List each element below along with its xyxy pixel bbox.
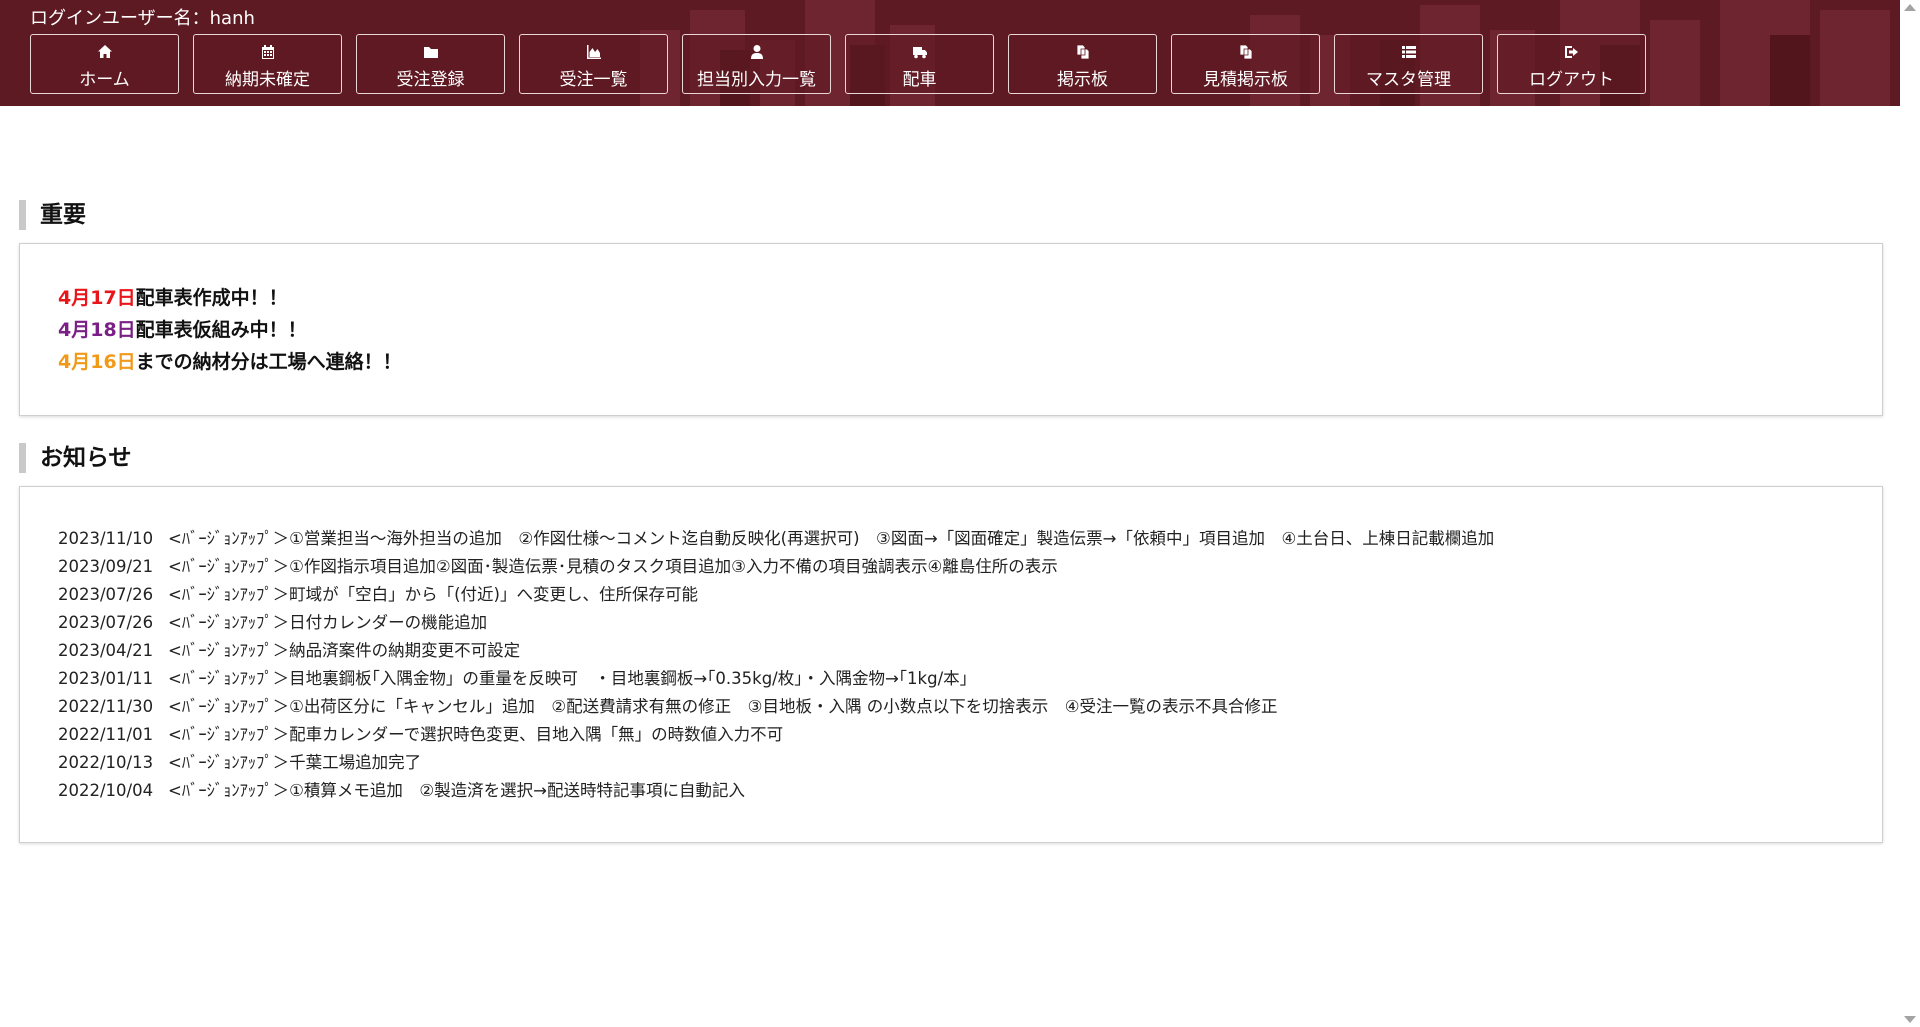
nav-undecided-delivery-button[interactable]: 納期未確定 — [193, 34, 342, 94]
nav-estimate-bulletin-label: 見積掲示板 — [1203, 70, 1288, 90]
important-line: 4月17日配車表作成中！！ — [58, 282, 1882, 314]
important-text: 配車表作成中！！ — [135, 287, 288, 309]
folder-icon — [357, 44, 504, 62]
news-text: <ﾊﾞｰｼﾞｮﾝｱｯﾌﾟ＞①作図指示項目追加②図面･製造伝票･見積のタスク項目追… — [168, 557, 1058, 576]
nav-order-register-button[interactable]: 受注登録 — [356, 34, 505, 94]
news-date: 2023/01/11 — [58, 669, 154, 688]
news-item: 2023/04/21 <ﾊﾞｰｼﾞｮﾝｱｯﾌﾟ＞納品済案件の納期変更不可設定 — [58, 637, 1882, 665]
scroll-down-arrow-icon[interactable] — [1904, 1016, 1916, 1023]
news-text: <ﾊﾞｰｼﾞｮﾝｱｯﾌﾟ＞配車カレンダーで選択時色変更、目地入隅「無」の時数値入… — [168, 725, 784, 744]
calendar-icon — [194, 44, 341, 62]
news-item: 2023/07/26 <ﾊﾞｰｼﾞｮﾝｱｯﾌﾟ＞町域が「空白」から「(付近)」へ変… — [58, 581, 1882, 609]
news-text: <ﾊﾞｰｼﾞｮﾝｱｯﾌﾟ＞納品済案件の納期変更不可設定 — [168, 641, 521, 660]
news-date: 2023/07/26 — [58, 585, 154, 604]
nav-bulletin-label: 掲示板 — [1057, 70, 1108, 90]
news-text: <ﾊﾞｰｼﾞｮﾝｱｯﾌﾟ＞①営業担当～海外担当の追加 ②作図仕様～コメント迄自動… — [168, 529, 1495, 548]
news-item: 2022/10/13 <ﾊﾞｰｼﾞｮﾝｱｯﾌﾟ＞千葉工場追加完了 — [58, 749, 1882, 777]
important-date: 4月17日 — [58, 287, 136, 309]
header-bar: ログインユーザー名：hanh ホーム 納期未確定 受注登録 受注一覧 担当別入力… — [0, 0, 1900, 106]
news-date: 2023/07/26 — [58, 613, 154, 632]
important-section-title: 重要 — [19, 200, 86, 230]
area-chart-icon — [520, 44, 667, 62]
important-line: 4月16日までの納材分は工場へ連絡！！ — [58, 346, 1882, 378]
news-text: <ﾊﾞｰｼﾞｮﾝｱｯﾌﾟ＞町域が「空白」から「(付近)」へ変更し、住所保存可能 — [168, 585, 698, 604]
news-item: 2023/09/21 <ﾊﾞｰｼﾞｮﾝｱｯﾌﾟ＞①作図指示項目追加②図面･製造伝票… — [58, 553, 1882, 581]
important-line: 4月18日配車表仮組み中！！ — [58, 314, 1882, 346]
important-date: 4月18日 — [58, 319, 136, 341]
news-text: <ﾊﾞｰｼﾞｮﾝｱｯﾌﾟ＞千葉工場追加完了 — [168, 753, 422, 772]
nav-order-register-label: 受注登録 — [396, 70, 465, 90]
nav-logout-label: ログアウト — [1529, 70, 1614, 90]
news-section-title: お知らせ — [19, 443, 132, 473]
news-item: 2023/11/10 <ﾊﾞｰｼﾞｮﾝｱｯﾌﾟ＞①営業担当～海外担当の追加 ②作図… — [58, 525, 1882, 553]
scroll-up-arrow-icon[interactable] — [1904, 4, 1916, 11]
login-user-label: ログインユーザー名：hanh — [30, 8, 255, 29]
user-icon — [683, 44, 830, 62]
nav-undecided-delivery-label: 納期未確定 — [225, 70, 310, 90]
news-text: <ﾊﾞｰｼﾞｮﾝｱｯﾌﾟ＞目地裏鋼板｢入隅金物」の重量を反映可 ・目地裏鋼板→｢… — [168, 669, 968, 688]
truck-icon — [846, 44, 993, 62]
list-icon — [1335, 44, 1482, 62]
home-icon — [31, 44, 178, 62]
news-date: 2022/10/04 — [58, 781, 154, 800]
nav-order-list-label: 受注一覧 — [559, 70, 628, 90]
news-date: 2023/09/21 — [58, 557, 154, 576]
news-item: 2022/11/30 <ﾊﾞｰｼﾞｮﾝｱｯﾌﾟ＞①出荷区分に「キャンセル」追加 ②… — [58, 693, 1882, 721]
nav-order-list-button[interactable]: 受注一覧 — [519, 34, 668, 94]
nav-by-person-list-button[interactable]: 担当別入力一覧 — [682, 34, 831, 94]
news-panel: 2023/11/10 <ﾊﾞｰｼﾞｮﾝｱｯﾌﾟ＞①営業担当～海外担当の追加 ②作図… — [19, 486, 1883, 843]
nav-bulletin-button[interactable]: 掲示板 — [1008, 34, 1157, 94]
nav-by-person-list-label: 担当別入力一覧 — [697, 70, 816, 90]
important-text: までの納材分は工場へ連絡！！ — [135, 351, 402, 373]
sign-out-icon — [1498, 44, 1645, 62]
copy-icon — [1172, 44, 1319, 62]
nav-master-management-button[interactable]: マスタ管理 — [1334, 34, 1483, 94]
news-date: 2023/11/10 — [58, 529, 154, 548]
news-item: 2022/11/01 <ﾊﾞｰｼﾞｮﾝｱｯﾌﾟ＞配車カレンダーで選択時色変更、目地… — [58, 721, 1882, 749]
news-item: 2023/07/26 <ﾊﾞｰｼﾞｮﾝｱｯﾌﾟ＞日付カレンダーの機能追加 — [58, 609, 1882, 637]
news-text: <ﾊﾞｰｼﾞｮﾝｱｯﾌﾟ＞①出荷区分に「キャンセル」追加 ②配送費請求有無の修正… — [168, 697, 1278, 716]
news-date: 2022/11/01 — [58, 725, 154, 744]
nav-master-management-label: マスタ管理 — [1366, 70, 1451, 90]
nav-logout-button[interactable]: ログアウト — [1497, 34, 1646, 94]
news-date: 2023/04/21 — [58, 641, 154, 660]
nav-dispatch-label: 配車 — [902, 70, 937, 90]
news-item: 2023/01/11 <ﾊﾞｰｼﾞｮﾝｱｯﾌﾟ＞目地裏鋼板｢入隅金物」の重量を反映… — [58, 665, 1882, 693]
nav-home-button[interactable]: ホーム — [30, 34, 179, 94]
news-date: 2022/11/30 — [58, 697, 154, 716]
vertical-scrollbar[interactable] — [1900, 0, 1920, 1027]
nav-home-label: ホーム — [79, 70, 130, 90]
copy-icon — [1009, 44, 1156, 62]
important-text: 配車表仮組み中！！ — [135, 319, 307, 341]
important-date: 4月16日 — [58, 351, 136, 373]
nav-dispatch-button[interactable]: 配車 — [845, 34, 994, 94]
important-panel: 4月17日配車表作成中！！ 4月18日配車表仮組み中！！ 4月16日までの納材分… — [19, 243, 1883, 416]
news-item: 2022/10/04 <ﾊﾞｰｼﾞｮﾝｱｯﾌﾟ＞①積算メモ追加 ②製造済を選択→配… — [58, 777, 1882, 805]
news-text: <ﾊﾞｰｼﾞｮﾝｱｯﾌﾟ＞日付カレンダーの機能追加 — [168, 613, 488, 632]
nav-estimate-bulletin-button[interactable]: 見積掲示板 — [1171, 34, 1320, 94]
news-date: 2022/10/13 — [58, 753, 154, 772]
news-text: <ﾊﾞｰｼﾞｮﾝｱｯﾌﾟ＞①積算メモ追加 ②製造済を選択→配送時特記事項に自動記… — [168, 781, 745, 800]
